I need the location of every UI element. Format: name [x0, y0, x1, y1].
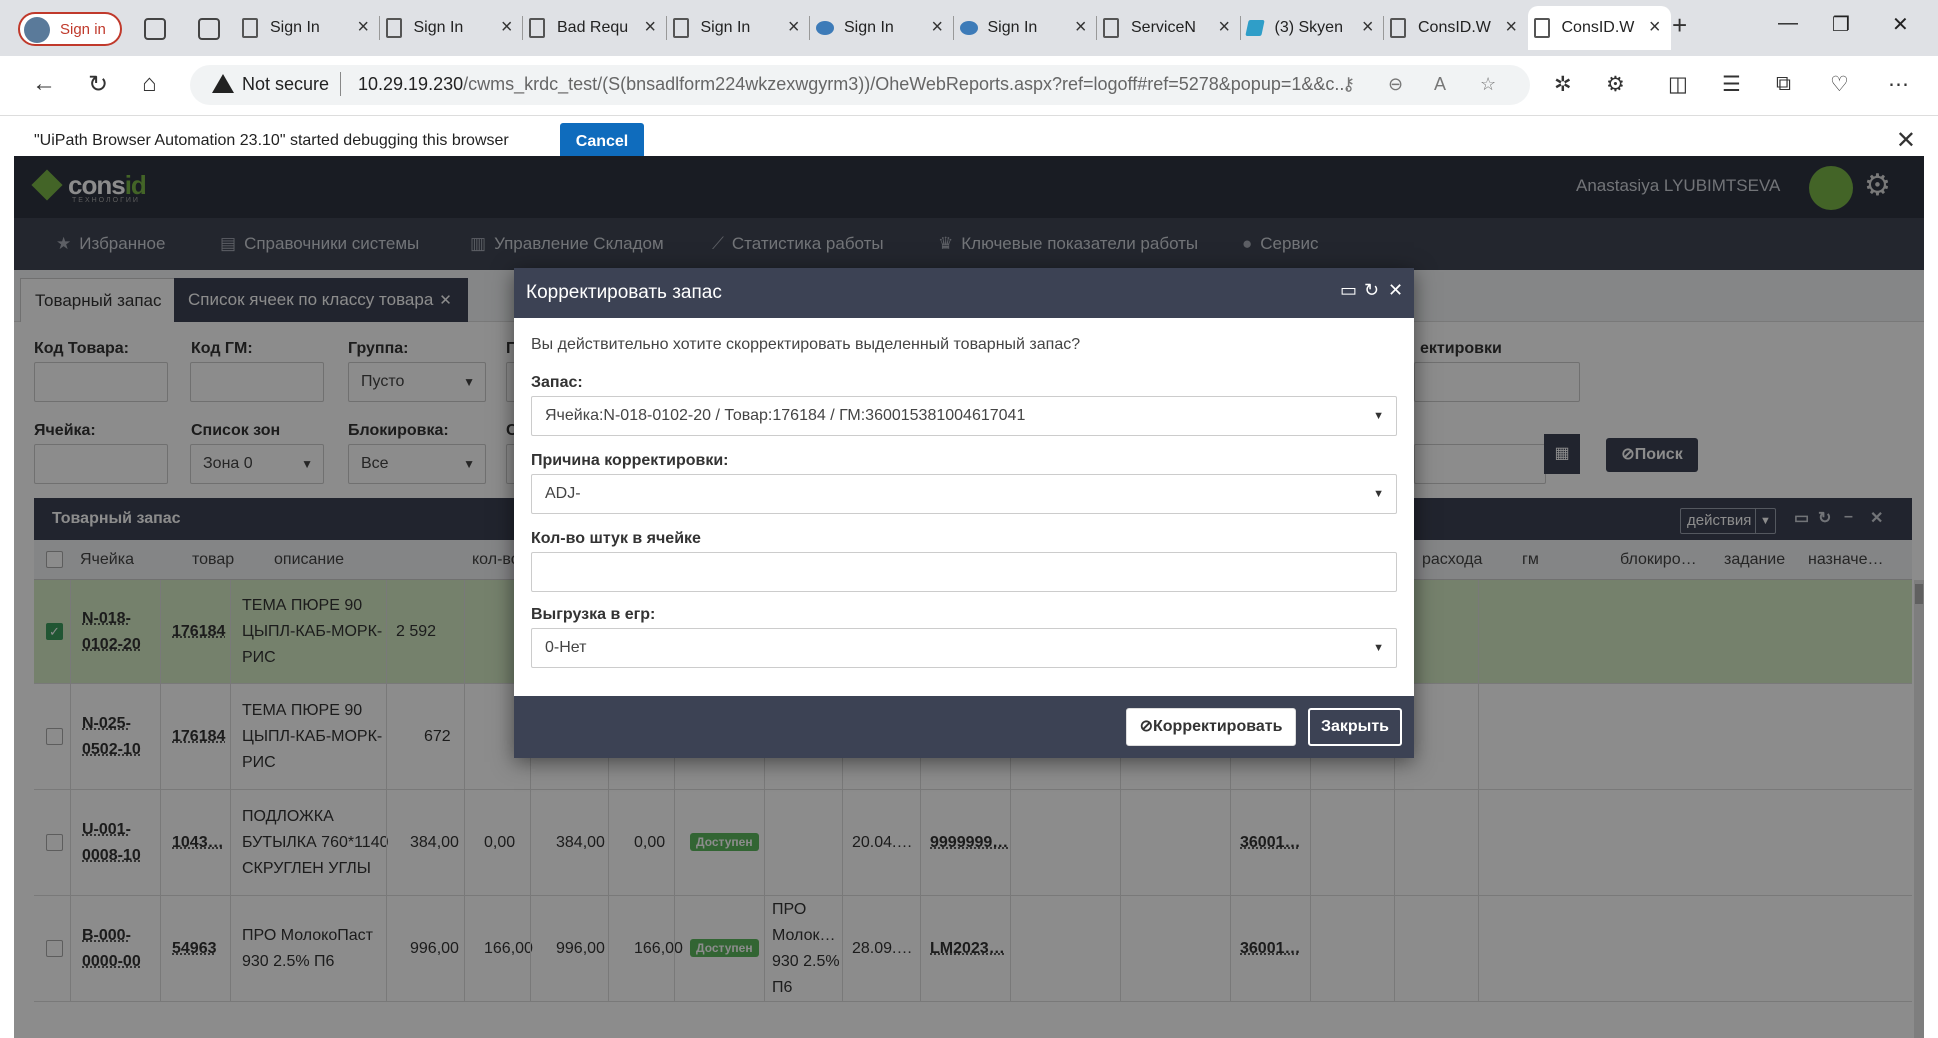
- correct-stock-dialog: Корректировать запас ▭ ↻ ✕ Вы действител…: [514, 268, 1414, 758]
- browser-tab[interactable]: Bad Requ ×: [523, 6, 666, 50]
- more-icon[interactable]: ⋯: [1888, 72, 1909, 97]
- close-tab-icon[interactable]: ×: [357, 16, 369, 39]
- extension-gear-icon[interactable]: ✲: [1554, 72, 1572, 97]
- collections-icon[interactable]: ⧉: [1776, 72, 1791, 96]
- read-aloud-icon[interactable]: A: [1434, 74, 1446, 95]
- close-tab-icon[interactable]: ×: [1218, 16, 1230, 39]
- browser-tab[interactable]: Sign In ×: [236, 6, 379, 50]
- close-tab-icon[interactable]: ×: [931, 16, 943, 39]
- tab-title: Sign In: [700, 19, 751, 36]
- close-tab-icon[interactable]: ×: [1362, 16, 1374, 39]
- refresh-icon[interactable]: ↻: [88, 70, 108, 99]
- url-text: 10.29.19.230/cwms_krdc_test/(S(bnsadlfor…: [358, 74, 1350, 94]
- tab-title: ConsID.W: [1561, 19, 1635, 36]
- browser-tab[interactable]: Sign In ×: [954, 6, 1097, 50]
- check-circle-icon: ⊘: [1139, 718, 1153, 735]
- tab-title: Sign In: [987, 19, 1038, 36]
- close-icon[interactable]: ✕: [1388, 280, 1403, 301]
- tab-actions-icon[interactable]: [198, 18, 220, 40]
- site-icon: [1244, 20, 1265, 36]
- export-select[interactable]: 0-Нет ▼: [531, 628, 1397, 668]
- close-tab-icon[interactable]: ×: [501, 16, 513, 39]
- refresh-icon[interactable]: ↻: [1364, 280, 1379, 301]
- page-icon: [242, 18, 258, 38]
- url-field[interactable]: Not secure 10.29.19.230/cwms_krdc_test/(…: [190, 65, 1530, 105]
- site-icon: [959, 21, 978, 35]
- site-icon: [816, 21, 834, 35]
- tab-title: (3) Skyen: [1274, 19, 1343, 36]
- chevron-down-icon: ▼: [1373, 642, 1384, 654]
- workspaces-icon[interactable]: [144, 18, 166, 40]
- tab-title: ConsID.W: [1418, 19, 1491, 36]
- infobar-close-icon[interactable]: ✕: [1896, 126, 1916, 155]
- back-icon[interactable]: ←: [32, 70, 56, 98]
- qty-input[interactable]: [531, 552, 1397, 592]
- qty-label: Кол-во штук в ячейке: [531, 530, 701, 547]
- page-icon: [672, 18, 689, 38]
- page-icon: [1533, 18, 1550, 38]
- extensions-icon[interactable]: ⚙: [1606, 72, 1625, 97]
- favorites-icon[interactable]: ☰: [1722, 72, 1741, 97]
- close-tab-icon[interactable]: ×: [644, 16, 656, 39]
- page-icon: [529, 18, 545, 38]
- correct-button[interactable]: ⊘Корректировать: [1126, 708, 1296, 746]
- chevron-down-icon: ▼: [1373, 410, 1384, 422]
- favorite-star-icon[interactable]: ☆: [1480, 74, 1496, 95]
- tab-title: ServiceN: [1131, 19, 1196, 36]
- key-icon[interactable]: ⚷: [1342, 74, 1355, 95]
- stock-select[interactable]: Ячейка:N-018-0102-20 / Товар:176184 / ГМ…: [531, 396, 1397, 436]
- close-tab-icon[interactable]: ×: [1505, 16, 1517, 39]
- close-dialog-button[interactable]: Закрыть: [1308, 708, 1402, 746]
- debug-message: "UiPath Browser Automation 23.10" starte…: [34, 132, 509, 149]
- browser-tab[interactable]: ConsID.W ×: [1384, 6, 1527, 50]
- dialog-header: Корректировать запас ▭ ↻ ✕: [514, 268, 1414, 318]
- dialog-title: Корректировать запас: [526, 282, 722, 303]
- reason-select[interactable]: ADJ- ▼: [531, 474, 1397, 514]
- browser-window: Sign in Sign In × Sign In × Bad Requ × Sign In…: [0, 0, 1938, 1038]
- close-tab-icon[interactable]: ×: [1649, 16, 1661, 39]
- tab-strip: Sign in Sign In × Sign In × Bad Requ × Sign In…: [0, 0, 1938, 56]
- maximize-icon[interactable]: ▭: [1340, 280, 1357, 301]
- profile-label: Sign in: [60, 21, 106, 38]
- page-icon: [1103, 18, 1119, 38]
- confirm-question: Вы действительно хотите скорректировать …: [531, 336, 1081, 353]
- browser-tab[interactable]: (3) Skyen ×: [1241, 6, 1384, 50]
- browser-tab[interactable]: ServiceN ×: [1097, 6, 1240, 50]
- minimize-button[interactable]: —: [1778, 12, 1798, 35]
- window-close-button[interactable]: ✕: [1892, 12, 1909, 37]
- browser-tab[interactable]: Sign In ×: [810, 6, 953, 50]
- close-tab-icon[interactable]: ×: [788, 16, 800, 39]
- split-screen-icon[interactable]: ◫: [1668, 72, 1688, 97]
- chevron-down-icon: ▼: [1373, 488, 1384, 500]
- not-secure-label: Not secure: [242, 74, 330, 94]
- browser-tab[interactable]: ConsID.W ×: [1527, 6, 1671, 50]
- tab-title: Bad Requ: [557, 19, 629, 36]
- browser-tab[interactable]: Sign In ×: [667, 6, 810, 50]
- export-label: Выгрузка в егр:: [531, 606, 656, 623]
- stock-label: Запас:: [531, 374, 583, 391]
- avatar: [24, 17, 50, 43]
- profile-button[interactable]: Sign in: [18, 12, 122, 46]
- tab-title: Sign In: [844, 19, 894, 36]
- close-tab-icon[interactable]: ×: [1075, 16, 1087, 39]
- page-icon: [385, 18, 402, 38]
- home-icon[interactable]: ⌂: [142, 70, 157, 98]
- new-tab-button[interactable]: +: [1672, 10, 1687, 41]
- reason-label: Причина корректировки:: [531, 452, 729, 469]
- browser-tab[interactable]: Sign In ×: [380, 6, 523, 50]
- dialog-footer: ⊘Корректировать Закрыть: [514, 696, 1414, 758]
- restore-button[interactable]: ❐: [1832, 12, 1850, 37]
- health-icon[interactable]: ♡: [1830, 72, 1849, 97]
- warning-icon: [212, 74, 234, 93]
- address-bar-row: ← ↻ ⌂ Not secure 10.29.19.230/cwms_krdc_…: [0, 56, 1938, 116]
- tab-title: Sign In: [270, 19, 320, 36]
- page-icon: [1390, 18, 1406, 38]
- tab-title: Sign In: [413, 19, 464, 36]
- zoom-icon[interactable]: ⊖: [1388, 74, 1403, 95]
